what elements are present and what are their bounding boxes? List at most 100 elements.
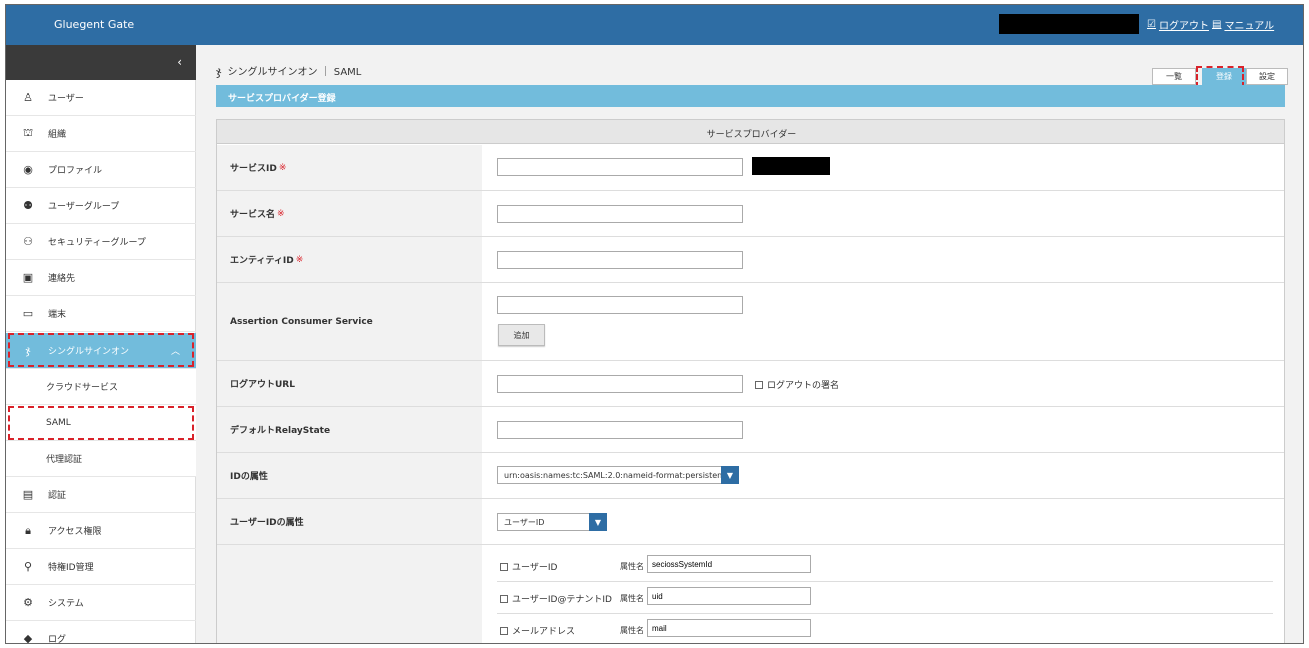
document-icon: ▤ (1212, 19, 1222, 30)
sidebar-item-org[interactable]: ⛫ 組織 (6, 116, 196, 152)
sidebar-item-label: システム (48, 599, 84, 609)
required-mark: ※ (278, 162, 287, 173)
sidebar-sub-cloud-services[interactable]: クラウドサービス (6, 369, 196, 405)
sidebar-item-devices[interactable]: ▭ 端末 (6, 296, 196, 332)
sidebar-item-access[interactable]: 🔒︎ アクセス権限 (6, 513, 196, 549)
main-content: ჯ シングルサインオン ｜ SAML 一覧 登録 設定 サービスプロバイダー登録… (196, 45, 1303, 643)
logout-url-input[interactable] (497, 375, 743, 393)
sidebar-item-users[interactable]: ♙ ユーザー (6, 80, 196, 116)
manual-link[interactable]: ▤ マニュアル (1212, 17, 1274, 32)
sso-icon: ჯ (216, 63, 222, 78)
select-value: ユーザーID (504, 517, 545, 527)
attribute-name-input[interactable] (647, 555, 811, 573)
label-text: ユーザーIDの属性 (230, 518, 304, 528)
logout-url-label: ログアウトURL (217, 361, 482, 406)
service-id-input[interactable] (497, 158, 743, 176)
tag-icon: ◆ (23, 632, 33, 644)
attribute-name-label: 属性名 (620, 594, 644, 603)
row-entity-id: エンティティID ※ (217, 237, 1284, 283)
logout-label: ログアウト (1158, 21, 1209, 32)
chevron-down-icon[interactable]: ▼ (721, 466, 739, 484)
redacted-user-name (999, 14, 1139, 34)
service-name-input[interactable] (497, 205, 743, 223)
chevron-down-icon[interactable]: ▼ (589, 513, 607, 531)
sidebar-item-label: 組織 (48, 130, 67, 140)
id-attr-select[interactable]: urn:oasis:names:tc:SAML:2.0:nameid-forma… (497, 466, 739, 484)
sidebar-sub-label: クラウドサービス (46, 383, 119, 393)
attribute-checkbox[interactable]: メールアドレス (500, 624, 575, 637)
checkbox-label: ユーザーID (512, 563, 558, 573)
tab-label: 一覧 (1166, 72, 1182, 81)
sidebar-item-label: プロファイル (48, 166, 103, 176)
acs-input[interactable] (497, 296, 743, 314)
attribute-name-input[interactable] (647, 587, 811, 605)
attribute-name-label: 属性名 (620, 626, 644, 635)
label-text: サービス名 (230, 210, 276, 220)
security-group-icon: ⚇ (23, 235, 33, 248)
relay-state-label: デフォルトRelayState (217, 407, 482, 452)
attribute-row: ユーザーID@テナントID 属性名 (497, 582, 1273, 614)
highlight-sso (8, 333, 194, 367)
section-title: サービスプロバイダー登録 (216, 85, 1285, 107)
privileged-id-icon: ⚲ (23, 560, 33, 573)
sidebar-item-profile[interactable]: ◉ プロファイル (6, 152, 196, 188)
sidebar-item-security-group[interactable]: ⚇ セキュリティーグループ (6, 224, 196, 260)
sidebar-item-label: 端末 (48, 310, 67, 320)
required-mark: ※ (277, 208, 285, 219)
sidebar-sub-proxy-auth[interactable]: 代理認証 (6, 441, 196, 477)
sidebar-item-auth[interactable]: ▤ 認証 (6, 477, 196, 513)
breadcrumb-text: シングルサインオン ｜ SAML (227, 67, 362, 78)
sidebar-item-user-group[interactable]: ⚉ ユーザーグループ (6, 188, 196, 224)
label-text: ログアウトURL (230, 380, 295, 390)
sidebar-item-label: ユーザー (48, 94, 84, 104)
lock-icon: 🔒︎ (25, 523, 31, 537)
attribute-checkbox[interactable]: ユーザーID (500, 560, 557, 573)
attribute-name-input[interactable] (647, 619, 811, 637)
checkbox-box[interactable] (500, 626, 508, 635)
sidebar-sub-label: 代理認証 (46, 455, 83, 465)
sidebar-item-log[interactable]: ◆ ログ (6, 621, 196, 644)
label-text: エンティティID (230, 256, 294, 266)
required-mark: ※ (295, 254, 304, 265)
sidebar-item-label: アクセス権限 (48, 527, 102, 537)
entity-id-input[interactable] (497, 251, 743, 269)
user-id-attr-label: ユーザーIDの属性 (217, 499, 482, 544)
sidebar-item-label: ユーザーグループ (48, 202, 120, 212)
checkbox-label: ユーザーID@テナントID (512, 595, 612, 605)
highlight-saml (8, 406, 194, 440)
sidebar-item-system[interactable]: ⚙ システム (6, 585, 196, 621)
attribute-checkbox[interactable]: ユーザーID@テナントID (500, 592, 612, 605)
select-value: urn:oasis:names:tc:SAML:2.0:nameid-forma… (504, 470, 726, 480)
checkbox-box[interactable] (755, 380, 763, 389)
checkbox-box[interactable] (500, 594, 508, 603)
service-name-label: サービス名 ※ (217, 191, 482, 236)
checkbox-label: ログアウトの署名 (767, 381, 840, 391)
profile-icon: ◉ (23, 163, 33, 176)
checkbox-box[interactable] (500, 562, 508, 571)
sidebar-item-privileged-id[interactable]: ⚲ 特権ID管理 (6, 549, 196, 585)
label-text: IDの属性 (230, 472, 268, 482)
app-window: Gluegent Gate ☑ ログアウト ▤ マニュアル ‹ ♙ ユーザー ⛫… (5, 4, 1304, 644)
row-service-name: サービス名 ※ (217, 191, 1284, 237)
user-icon: ♙ (23, 91, 33, 104)
row-attributes: ユーザーID 属性名 ユーザーID@テナントID 属性名 (217, 545, 1284, 643)
user-id-attr-select[interactable]: ユーザーID ▼ (497, 513, 607, 531)
add-acs-button[interactable]: 追加 (498, 324, 545, 346)
logout-link[interactable]: ☑ ログアウト (1147, 17, 1209, 32)
sidebar-collapse-bar[interactable]: ‹ (6, 45, 196, 80)
row-service-id: サービスID ※ (217, 145, 1284, 191)
label-text: サービスID (230, 164, 277, 174)
sidebar-item-contacts[interactable]: ▣ 連絡先 (6, 260, 196, 296)
device-icon: ▭ (22, 307, 34, 320)
row-id-attr: IDの属性 urn:oasis:names:tc:SAML:2.0:nameid… (217, 453, 1284, 499)
tab-settings[interactable]: 設定 (1246, 68, 1288, 85)
gear-icon: ⚙ (23, 596, 33, 609)
sidebar: ‹ ♙ ユーザー ⛫ 組織 ◉ プロファイル ⚉ ユーザーグループ ⚇ セキュリ… (6, 45, 196, 644)
contact-icon: ▣ (22, 271, 34, 284)
manual-label: マニュアル (1224, 21, 1275, 32)
tab-list[interactable]: 一覧 (1152, 68, 1196, 85)
id-attr-label: IDの属性 (217, 453, 482, 498)
relay-state-input[interactable] (497, 421, 743, 439)
logout-sign-checkbox[interactable]: ログアウトの署名 (755, 378, 839, 391)
chevron-left-icon[interactable]: ‹ (177, 55, 182, 69)
